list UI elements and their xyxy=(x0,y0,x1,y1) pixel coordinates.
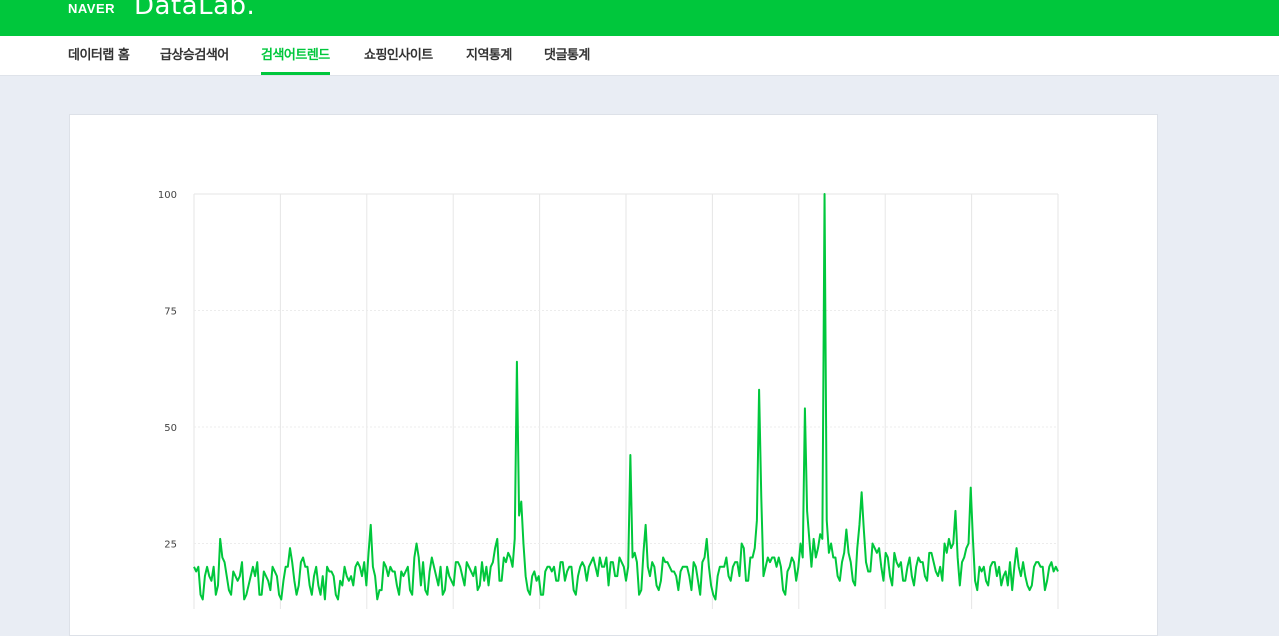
main-nav: 데이터랩 홈 급상승검색어 검색어트렌드 쇼핑인사이트 지역통계 댓글통계 xyxy=(0,36,1279,76)
y-tick-label: 100 xyxy=(158,190,177,201)
naver-logo[interactable]: NAVER xyxy=(68,1,115,16)
nav-comment-stats[interactable]: 댓글통계 xyxy=(544,36,590,75)
top-bar: NAVER DataLab. xyxy=(0,0,1279,36)
vertical-gridlines xyxy=(193,194,1059,609)
y-tick-label: 50 xyxy=(164,423,177,434)
nav-regional-stats[interactable]: 지역통계 xyxy=(466,36,512,75)
trend-line-chart: 100 75 50 25 xyxy=(158,190,1059,609)
y-tick-label: 75 xyxy=(164,307,177,318)
nav-rising-keywords[interactable]: 급상승검색어 xyxy=(160,36,229,75)
nav-datalab-home[interactable]: 데이터랩 홈 xyxy=(68,36,130,75)
nav-shopping-insight[interactable]: 쇼핑인사이트 xyxy=(364,36,433,75)
y-tick-label: 25 xyxy=(164,540,177,551)
chart-panel: 100 75 50 25 xyxy=(69,114,1158,636)
datalab-logo[interactable]: DataLab. xyxy=(134,0,255,21)
y-axis-labels: 100 75 50 25 xyxy=(158,190,177,551)
nav-search-trend[interactable]: 검색어트렌드 xyxy=(261,36,330,75)
